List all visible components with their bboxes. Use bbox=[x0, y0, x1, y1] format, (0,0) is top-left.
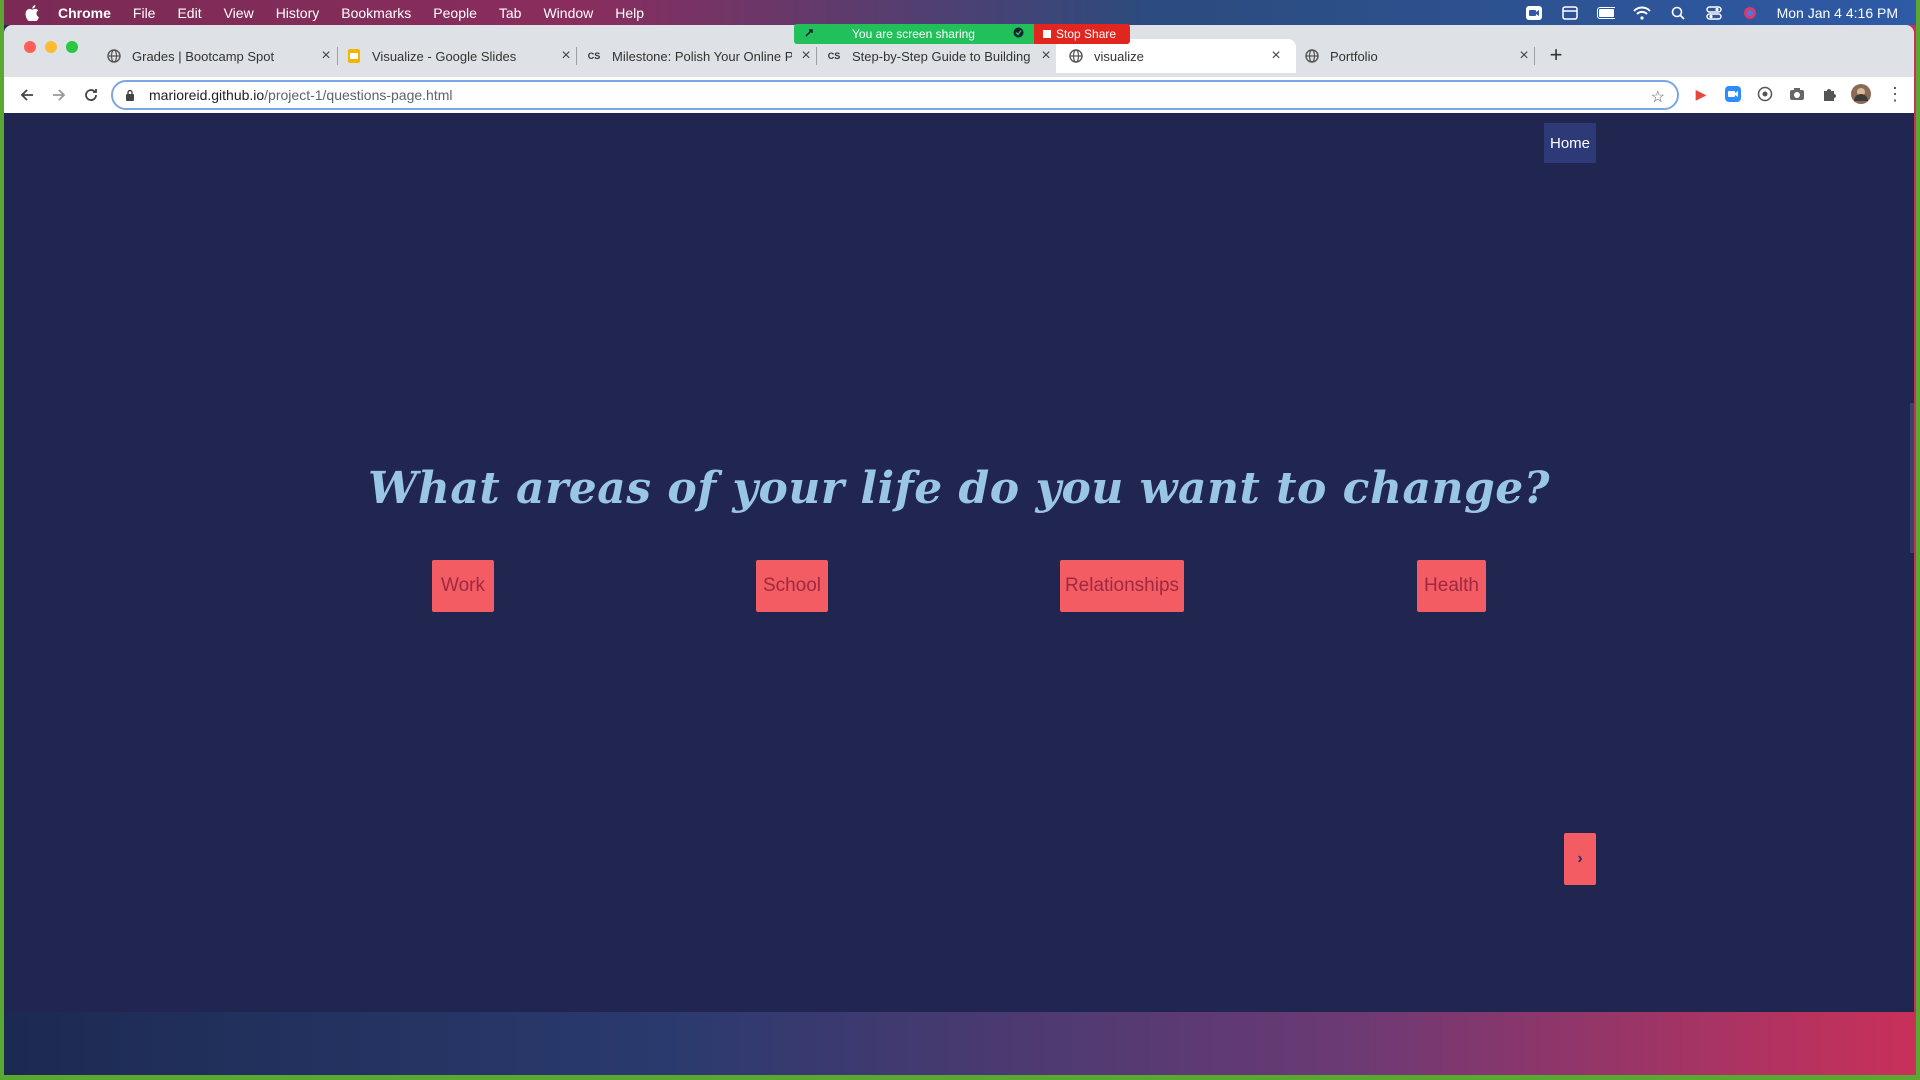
profile-avatar[interactable] bbox=[1850, 83, 1872, 105]
stop-share-button[interactable]: Stop Share bbox=[1034, 24, 1130, 44]
chevron-right-icon: › bbox=[1577, 850, 1583, 867]
close-tab-icon[interactable]: × bbox=[318, 47, 334, 64]
extensions-puzzle-icon[interactable] bbox=[1818, 83, 1840, 105]
share-pin-icon bbox=[804, 27, 814, 41]
zoom-status-icon[interactable] bbox=[1525, 5, 1543, 20]
spotlight-search-icon[interactable] bbox=[1669, 6, 1687, 20]
close-tab-icon[interactable]: × bbox=[1038, 47, 1054, 64]
tab-portfolio[interactable]: Portfolio × bbox=[1304, 39, 1532, 73]
screen-share-text: You are screen sharing bbox=[852, 27, 975, 41]
menu-bar: Chrome File Edit View History Bookmarks … bbox=[4, 0, 1916, 25]
screen-share-status[interactable]: You are screen sharing bbox=[794, 24, 1034, 44]
screen-share-banner: You are screen sharing Stop Share bbox=[794, 24, 1130, 46]
menu-help[interactable]: Help bbox=[615, 5, 644, 21]
tab-separator bbox=[816, 47, 817, 65]
close-tab-icon[interactable]: × bbox=[798, 47, 814, 64]
choice-relationships-button[interactable]: Relationships bbox=[1060, 560, 1184, 612]
close-tab-icon[interactable]: × bbox=[558, 47, 574, 64]
menu-view[interactable]: View bbox=[224, 5, 254, 21]
browser-window: Grades | Bootcamp Spot × Visualize - Goo… bbox=[4, 25, 1914, 1012]
address-bar[interactable]: marioreid.github.io/project-1/questions-… bbox=[111, 80, 1679, 110]
menu-people[interactable]: People bbox=[433, 5, 477, 21]
control-center-icon[interactable] bbox=[1705, 5, 1723, 20]
menu-tab[interactable]: Tab bbox=[499, 5, 522, 21]
screencastify-extension-icon[interactable]: ▶ bbox=[1690, 83, 1712, 105]
tab-title: Visualize - Google Slides bbox=[372, 48, 517, 64]
cs-icon: CS bbox=[827, 51, 841, 61]
question-heading: What areas of your life do you want to c… bbox=[368, 463, 1550, 514]
cs-icon: CS bbox=[587, 51, 601, 61]
menu-edit[interactable]: Edit bbox=[177, 5, 201, 21]
camera-extension-icon[interactable] bbox=[1786, 83, 1808, 105]
back-button[interactable] bbox=[13, 81, 41, 109]
tab-grades[interactable]: Grades | Bootcamp Spot × bbox=[106, 39, 334, 73]
tab-separator bbox=[1534, 47, 1535, 65]
maximize-window-button[interactable] bbox=[66, 41, 78, 53]
menu-window[interactable]: Window bbox=[543, 5, 593, 21]
tab-title: Grades | Bootcamp Spot bbox=[132, 48, 275, 64]
next-button[interactable]: › bbox=[1564, 833, 1596, 885]
forward-button[interactable] bbox=[45, 81, 73, 109]
browser-menu-icon[interactable]: ⋮ bbox=[1884, 83, 1906, 105]
scrollbar[interactable] bbox=[1910, 403, 1914, 553]
tab-title: visualize bbox=[1094, 48, 1144, 64]
url-host: marioreid.github.io bbox=[149, 87, 265, 103]
menu-app-name[interactable]: Chrome bbox=[58, 5, 111, 21]
zoom-extension-icon[interactable] bbox=[1722, 83, 1744, 105]
menu-file[interactable]: File bbox=[133, 5, 156, 21]
siri-icon[interactable] bbox=[1741, 6, 1759, 20]
globe-icon bbox=[106, 48, 122, 64]
apple-icon[interactable] bbox=[24, 4, 40, 21]
browser-toolbar: marioreid.github.io/project-1/questions-… bbox=[4, 77, 1914, 113]
shield-check-icon bbox=[1013, 27, 1024, 41]
url-path: /project-1/questions-page.html bbox=[264, 87, 453, 103]
close-window-button[interactable] bbox=[24, 41, 36, 53]
reload-button[interactable] bbox=[77, 81, 105, 109]
calendar-icon[interactable] bbox=[1561, 5, 1579, 20]
vpn-extension-icon[interactable] bbox=[1754, 83, 1776, 105]
home-link[interactable]: Home bbox=[1544, 123, 1596, 163]
stop-share-label: Stop Share bbox=[1056, 27, 1117, 41]
globe-icon bbox=[1304, 48, 1320, 64]
tab-title: Portfolio bbox=[1330, 48, 1378, 64]
menubar-clock[interactable]: Mon Jan 4 4:16 PM bbox=[1777, 5, 1898, 21]
forward-arrow-icon bbox=[53, 89, 66, 101]
tab-visualize-slides[interactable]: Visualize - Google Slides × bbox=[346, 39, 574, 73]
minimize-window-button[interactable] bbox=[45, 41, 57, 53]
slides-icon bbox=[346, 48, 362, 64]
reload-icon bbox=[85, 89, 97, 101]
menu-history[interactable]: History bbox=[276, 5, 320, 21]
lock-icon[interactable] bbox=[125, 89, 137, 101]
menu-bookmarks[interactable]: Bookmarks bbox=[341, 5, 411, 21]
battery-icon[interactable] bbox=[1596, 6, 1615, 20]
tab-milestone[interactable]: CS Milestone: Polish Your Online P × bbox=[586, 39, 814, 73]
close-tab-icon[interactable]: × bbox=[1516, 47, 1532, 64]
page-viewport: Home What areas of your life do you want… bbox=[4, 113, 1914, 1012]
new-tab-button[interactable]: + bbox=[1544, 42, 1568, 67]
back-arrow-icon bbox=[20, 89, 33, 101]
tab-title: Milestone: Polish Your Online P bbox=[612, 48, 792, 64]
close-tab-icon[interactable]: × bbox=[1268, 47, 1284, 64]
status-area: Mon Jan 4 4:16 PM bbox=[1525, 0, 1898, 25]
globe-icon bbox=[1068, 48, 1084, 64]
bookmark-star-icon[interactable]: ☆ bbox=[1651, 87, 1665, 107]
window-controls bbox=[24, 41, 78, 53]
desktop: Chrome File Edit View History Bookmarks … bbox=[4, 0, 1916, 1075]
tab-separator bbox=[337, 47, 338, 65]
tab-title: Step-by-Step Guide to Building bbox=[852, 48, 1031, 64]
choice-health-button[interactable]: Health bbox=[1417, 560, 1486, 612]
stop-icon bbox=[1043, 30, 1051, 38]
tab-separator bbox=[576, 47, 577, 65]
choice-school-button[interactable]: School bbox=[756, 560, 828, 612]
wifi-icon[interactable] bbox=[1632, 6, 1651, 20]
choice-work-button[interactable]: Work bbox=[432, 560, 494, 612]
